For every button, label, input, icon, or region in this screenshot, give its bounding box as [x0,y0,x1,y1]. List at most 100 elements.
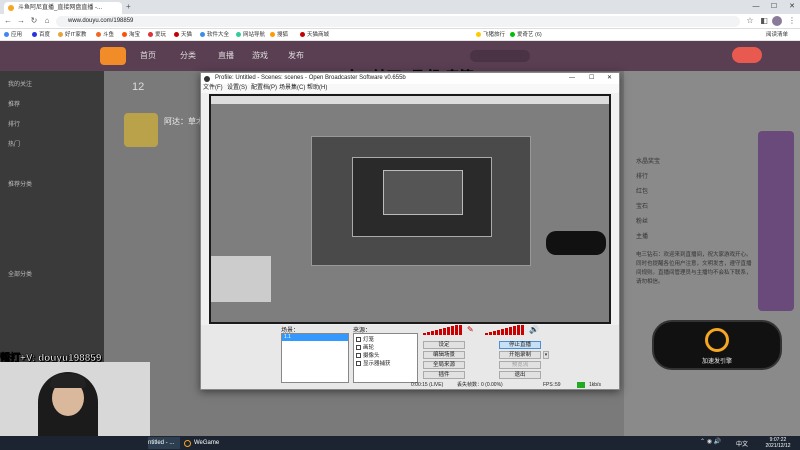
browser-menu-icon[interactable]: ⋮ [786,15,798,27]
extensions-icon[interactable]: ◧ [758,15,770,27]
clock[interactable]: 9:07:22 2021/12/12 [756,436,800,450]
checkbox-icon [356,345,361,351]
input-language[interactable]: 中文 [736,439,748,448]
sidebar-item-recommended-cats[interactable]: 推荐分类 [8,179,32,188]
bookmark-tmall-mall[interactable]: 天猫商城 [300,30,329,40]
source-item[interactable]: 画轮 [356,343,374,351]
speaker-icon[interactable]: 🔊 [529,325,539,334]
sidebar-item-hot[interactable]: 热门 [8,139,20,148]
streamer-avatar[interactable] [124,113,158,147]
tray-icons[interactable]: ⌃ ◉ 🔊 [700,438,721,445]
obs-menu-settings[interactable]: 设置(S) [227,84,247,93]
nested-obs-capture [311,136,531,266]
gift-sidebar[interactable] [758,131,794,311]
forward-icon[interactable]: → [15,15,27,27]
streamer-count: 12 [132,81,145,93]
preview-stream-button[interactable]: 预览流 [499,361,541,369]
settings-button[interactable]: 设定 [423,341,465,349]
taskbar-obs[interactable]: ntitled - ... [148,437,180,449]
bookmark-software[interactable]: 软件大全 [200,30,229,40]
bitrate: 1kb/s [589,382,601,388]
bookmarks-bar: 应用 百度 好IT家教 斗鱼 淘宝 爱玩 天猫 软件大全 网站导航 搜狐 天猫商… [0,29,800,41]
checkbox-icon [356,361,361,367]
obs-menu-profile[interactable]: 配置档(P) [251,84,277,93]
sidebar-item-follow[interactable]: 我的关注 [8,79,32,88]
back-icon[interactable]: ← [2,15,14,27]
nav-publish[interactable]: 发布 [288,50,304,61]
stop-stream-button[interactable]: 停止直播 [499,341,541,349]
obs-close-button[interactable]: ✕ [607,73,612,84]
home-icon[interactable]: ⌂ [41,15,53,27]
fps-value: 59 [555,382,561,388]
obs-statusbar: 0:00:15 (LIVE) 丢失帧数： 0 (0.00%) FPS： 59 1… [201,381,619,389]
streamer-name[interactable]: 阿达：草木 [164,116,204,127]
nav-home[interactable]: 首页 [140,50,156,61]
global-sources-button[interactable]: 全局来源 [423,361,465,369]
maximize-button[interactable]: ☐ [766,1,782,13]
pc-client-button[interactable] [732,47,762,63]
minimize-button[interactable]: — [748,1,764,13]
site-search-input[interactable] [470,50,530,62]
bookmark-site-nav[interactable]: 网站导航 [236,30,265,40]
rp-row-crystal: 水晶奖宝 [636,159,661,165]
bookmark-sohu[interactable]: 搜狐 [270,30,288,40]
browser-tab-strip: 斗鱼阿尼直播_直接网盘直播 -... + — ☐ ✕ [0,0,800,14]
bookmark-tmall[interactable]: 天猫 [174,30,192,40]
source-item[interactable]: 灯笼 [356,335,374,343]
reading-list[interactable]: 阅读清单 [766,30,788,40]
obs-titlebar: Profile: Untitled - Scenes: scenes - Ope… [201,73,619,84]
plugins-button[interactable]: 插件 [423,371,465,379]
scene-item[interactable]: 1.1 [282,334,348,341]
exit-button[interactable]: 退出 [499,371,541,379]
nav-game[interactable]: 游戏 [252,50,268,61]
bookmark-douyu[interactable]: 斗鱼 [96,30,114,40]
nested-capture-level3 [352,157,492,237]
obs-title: Profile: Untitled - Scenes: scenes - Ope… [215,75,406,81]
wegame-icon [184,440,191,447]
bookmark-fliggy[interactable]: 飞猪旅行 [476,30,505,40]
rp-row-host: 主播 [636,234,649,240]
bookmark-star-icon[interactable]: ☆ [744,15,756,27]
obs-preview[interactable] [209,94,611,324]
bookmark-iqiyi[interactable]: 爱奇艺 (6) [510,30,542,40]
scenes-list[interactable]: 1.1 [281,333,349,383]
sidebar-item-rank[interactable]: 排行 [8,119,20,128]
start-record-button[interactable]: 开始录制 [499,351,541,359]
sidebar-item-all-cats[interactable]: 全部分类 [8,269,32,278]
sidebar-item-recommend[interactable]: 推荐 [8,99,20,108]
bookmark-apps[interactable]: 应用 [4,30,22,40]
boost-engine-badge[interactable]: 加速发引擎 [652,320,782,370]
new-tab-button[interactable]: + [126,2,131,12]
profile-avatar[interactable] [772,16,782,26]
url-input[interactable]: www.douyu.com/198859 [56,16,740,27]
bookmark-aiwan[interactable]: 爱玩 [148,30,166,40]
reload-icon[interactable]: ↻ [28,15,40,27]
obs-menu-help[interactable]: 帮助(H) [307,84,327,93]
stream-time: 0:00:15 (LIVE) [411,382,444,388]
taskbar-wegame[interactable]: WeGame [182,437,230,449]
record-dropdown-icon[interactable]: ▾ [543,351,549,359]
obs-minimize-button[interactable]: — [569,73,575,84]
rp-row-fans: 粉丝 [636,219,649,225]
bookmark-it-tutor[interactable]: 好IT家教 [58,30,86,40]
obs-menu-scene-collection[interactable]: 场景集(C) [279,84,305,93]
close-window-button[interactable]: ✕ [784,1,800,13]
obs-maximize-button[interactable]: ☐ [589,73,594,84]
audio-meter-mic [485,325,525,335]
bookmark-taobao[interactable]: 淘宝 [122,30,140,40]
obs-menu-file[interactable]: 文件(F) [203,84,223,93]
edit-scene-button[interactable]: 编辑场景 [423,351,465,359]
obs-menubar: 文件(F) 设置(S) 配置档(P) 场景集(C) 帮助(H) [201,84,619,93]
douyu-favicon-icon [8,5,14,11]
boost-g-icon [705,328,729,352]
nav-category[interactable]: 分类 [180,50,196,61]
desktop-audio-icon[interactable]: ✎ [467,325,474,334]
sources-list[interactable]: 灯笼 画轮 摄像头 显示器捕获 [353,333,418,383]
source-item[interactable]: 显示器捕获 [356,359,391,367]
nav-live[interactable]: 直播 [218,50,234,61]
bookmark-baidu[interactable]: 百度 [32,30,50,40]
douyu-logo-icon[interactable] [100,47,126,65]
browser-tab-active[interactable]: 斗鱼阿尼直播_直接网盘直播 -... [4,2,122,14]
status-indicator [577,382,585,388]
source-item[interactable]: 摄像头 [356,351,380,359]
